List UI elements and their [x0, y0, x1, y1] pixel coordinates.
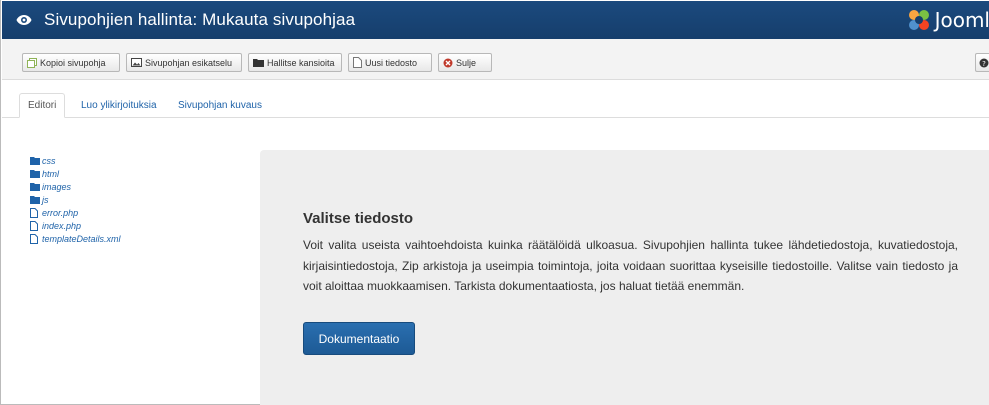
joomla-logo: Jooml [906, 7, 989, 33]
new-file-label: Uusi tiedosto [365, 57, 418, 68]
panel-description: Voit valita useista vaihtoehdoista kuink… [303, 238, 958, 293]
tree-label: html [42, 168, 60, 179]
tree-label: css [42, 155, 56, 166]
copy-template-label: Kopioi sivupohja [40, 57, 106, 68]
folder-icon [30, 195, 40, 204]
tree-folder-css[interactable]: css [30, 154, 121, 167]
copy-icon [27, 57, 37, 68]
tab-bar: Editori Luo ylikirjoituksia Sivupohjan k… [2, 88, 989, 118]
app-header: Sivupohjien hallinta: Mukauta sivupohjaa… [2, 1, 989, 39]
tab-template-description[interactable]: Sivupohjan kuvaus [178, 93, 262, 118]
tab-editor[interactable]: Editori [19, 93, 66, 118]
brand-name: Jooml [934, 8, 989, 32]
template-preview-button[interactable]: Sivupohjan esikatselu [126, 53, 242, 72]
tree-file-templatedetails-xml[interactable]: templateDetails.xml [30, 232, 121, 245]
file-icon [30, 220, 40, 231]
folder-icon [30, 156, 40, 165]
folder-icon [30, 169, 40, 178]
template-preview-label: Sivupohjan esikatselu [145, 57, 233, 68]
tree-folder-js[interactable]: js [30, 193, 121, 206]
close-button[interactable]: Sulje [438, 53, 492, 72]
help-button[interactable]: ? [975, 53, 989, 72]
tab-create-overrides[interactable]: Luo ylikirjoituksia [81, 93, 157, 118]
tree-label: templateDetails.xml [42, 233, 121, 244]
manage-folders-button[interactable]: Hallitse kansioita [248, 53, 342, 72]
folder-icon [30, 182, 40, 191]
tree-label: error.php [42, 207, 79, 218]
tree-label: js [42, 194, 49, 205]
page-title: Sivupohjien hallinta: Mukauta sivupohjaa [44, 10, 356, 29]
joomla-icon [908, 10, 929, 30]
picture-icon [131, 58, 142, 67]
tree-label: index.php [42, 220, 82, 231]
copy-template-button[interactable]: Kopioi sivupohja [22, 53, 120, 72]
window-frame: Sivupohjien hallinta: Mukauta sivupohjaa… [0, 0, 989, 405]
help-icon: ? [979, 58, 989, 68]
tree-folder-html[interactable]: html [30, 167, 121, 180]
info-panel: Valitse tiedosto Voit valita useista vai… [260, 150, 989, 405]
folder-icon [253, 58, 264, 67]
tree-label: images [42, 181, 72, 192]
panel-heading: Valitse tiedosto [303, 210, 414, 227]
tree-file-error-php[interactable]: error.php [30, 206, 121, 219]
file-tree: css html images js error.php index.php t… [30, 154, 121, 245]
file-icon [30, 207, 40, 218]
svg-text:?: ? [982, 60, 986, 68]
file-icon [353, 57, 362, 68]
eye-icon [16, 12, 32, 28]
tree-folder-images[interactable]: images [30, 180, 121, 193]
manage-folders-label: Hallitse kansioita [267, 57, 335, 68]
file-icon [30, 233, 40, 244]
toolbar: Kopioi sivupohja Sivupohjan esikatselu H… [2, 39, 989, 80]
close-label: Sulje [456, 57, 477, 68]
cancel-icon [443, 58, 453, 68]
new-file-button[interactable]: Uusi tiedosto [348, 53, 432, 72]
documentation-button[interactable]: Dokumentaatio [303, 322, 415, 355]
tree-file-index-php[interactable]: index.php [30, 219, 121, 232]
